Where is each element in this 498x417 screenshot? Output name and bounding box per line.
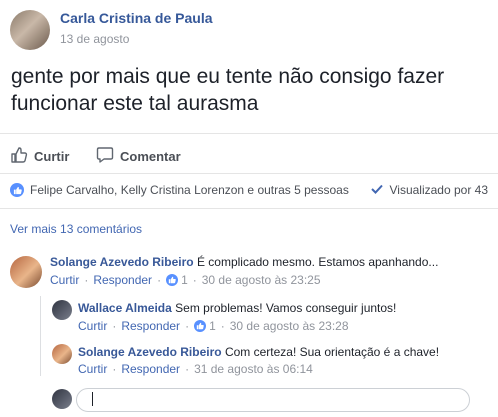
user-avatar xyxy=(52,389,72,409)
divider xyxy=(0,208,498,209)
commenter-name[interactable]: Solange Azevedo Ribeiro xyxy=(78,345,222,359)
reply: Solange Azevedo Ribeiro Com certeza! Sua… xyxy=(78,345,439,359)
view-more-comments-link[interactable]: Ver mais 13 comentários xyxy=(10,222,142,236)
comment-meta: Curtir · Responder · 1 · 30 de agosto às… xyxy=(50,273,321,287)
comment-text: Sem problemas! Vamos conseguir juntos! xyxy=(175,301,397,315)
comment-time[interactable]: 30 de agosto às 23:28 xyxy=(230,319,349,333)
like-label: Curtir xyxy=(34,149,70,164)
like-badge-icon xyxy=(10,183,24,197)
comment-like-link[interactable]: Curtir xyxy=(78,362,107,376)
commenter-avatar[interactable] xyxy=(52,344,72,364)
like-button[interactable]: Curtir xyxy=(10,146,69,167)
divider xyxy=(0,133,498,134)
reply: Wallace Almeida Sem problemas! Vamos con… xyxy=(78,301,396,315)
commenter-name[interactable]: Wallace Almeida xyxy=(78,301,172,315)
comment-like-count[interactable]: 1 xyxy=(181,273,188,287)
comment-like-link[interactable]: Curtir xyxy=(78,319,107,333)
comment-like-count[interactable]: 1 xyxy=(209,319,216,333)
text-cursor xyxy=(92,392,93,406)
comment-label: Comentar xyxy=(120,149,181,164)
comment-bubble-icon xyxy=(96,146,120,167)
comment-reply-link[interactable]: Responder xyxy=(121,362,180,376)
comment-like-link[interactable]: Curtir xyxy=(50,273,79,287)
like-badge-icon xyxy=(166,274,179,286)
likers-text[interactable]: Felipe Carvalho, Kelly Cristina Lorenzon… xyxy=(30,183,349,197)
post-author-avatar[interactable] xyxy=(10,10,50,50)
post-text: gente por mais que eu tente não consigo … xyxy=(11,65,445,115)
comment-meta: Curtir · Responder · 31 de agosto às 06:… xyxy=(78,362,313,376)
comment-meta: Curtir · Responder · 1 · 30 de agosto às… xyxy=(78,319,349,333)
seen-text: Visualizado por 43 xyxy=(389,183,488,197)
checkmark-icon xyxy=(371,183,384,197)
comment-reply-link[interactable]: Responder xyxy=(121,319,180,333)
comment-text: Com certeza! Sua orientação é a chave! xyxy=(224,345,440,359)
comment: Solange Azevedo Ribeiro É complicado mes… xyxy=(50,255,438,269)
divider xyxy=(0,173,498,174)
comment-text: É complicado mesmo. Estamos apanhando... xyxy=(196,255,439,269)
like-badge-icon xyxy=(194,320,207,332)
thumbs-up-icon xyxy=(10,146,34,167)
comment-reply-link[interactable]: Responder xyxy=(93,273,152,287)
comment-button[interactable]: Comentar xyxy=(96,146,181,167)
commenter-name[interactable]: Solange Azevedo Ribeiro xyxy=(50,255,194,269)
commenter-avatar[interactable] xyxy=(52,300,72,320)
reply-input[interactable] xyxy=(76,388,470,412)
comment-time[interactable]: 30 de agosto às 23:25 xyxy=(202,273,321,287)
post-author-name[interactable]: Carla Cristina de Paula xyxy=(60,10,213,26)
post-date[interactable]: 13 de agosto xyxy=(60,32,129,46)
commenter-avatar[interactable] xyxy=(10,256,42,288)
comment-time[interactable]: 31 de agosto às 06:14 xyxy=(194,362,313,376)
reactions-summary[interactable]: Felipe Carvalho, Kelly Cristina Lorenzon… xyxy=(10,183,349,197)
seen-by[interactable]: Visualizado por 43 xyxy=(371,183,488,197)
reply-thread-line xyxy=(40,296,41,376)
